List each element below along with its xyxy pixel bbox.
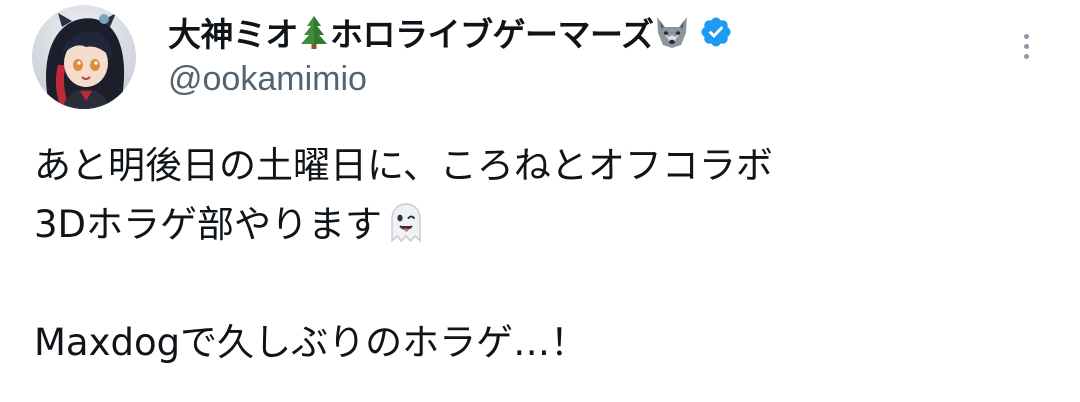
author-name-row[interactable]: 大神ミオ ホロライブゲーマーズ xyxy=(168,8,733,56)
avatar-image xyxy=(32,5,136,109)
author-handle[interactable]: @ookamimio xyxy=(168,60,367,99)
more-vertical-icon[interactable] xyxy=(1010,24,1042,68)
tweet-line-2: 3Dホラゲ部やります xyxy=(34,203,383,246)
tweet-line-1: あと明後日の土曜日に、ころねとオフコラボ xyxy=(34,144,773,187)
evergreen-tree-icon xyxy=(298,15,330,49)
tweet-line-2-wrapper: 3Dホラゲ部やります xyxy=(34,195,1054,254)
wolf-face-icon xyxy=(653,15,691,49)
tweet-text: あと明後日の土曜日に、ころねとオフコラボ 3Dホラゲ部やります Maxdogで久… xyxy=(34,136,1054,372)
ghost-icon xyxy=(384,201,428,245)
display-name-part-2[interactable]: ホロライブゲーマーズ xyxy=(330,8,654,56)
tweet-line-3 xyxy=(34,254,1054,313)
verified-badge-icon[interactable] xyxy=(699,15,733,49)
display-name-part-1[interactable]: 大神ミオ xyxy=(168,8,299,56)
more-dot xyxy=(1023,43,1029,49)
more-dot xyxy=(1023,33,1029,39)
avatar[interactable] xyxy=(32,5,136,109)
tweet-card: 大神ミオ ホロライブゲーマーズ @ookamimio あと明後日の土曜日に、ころ… xyxy=(0,0,1080,402)
tweet-line-4: Maxdogで久しぶりのホラゲ…！ xyxy=(34,321,588,364)
more-dot xyxy=(1023,53,1029,59)
